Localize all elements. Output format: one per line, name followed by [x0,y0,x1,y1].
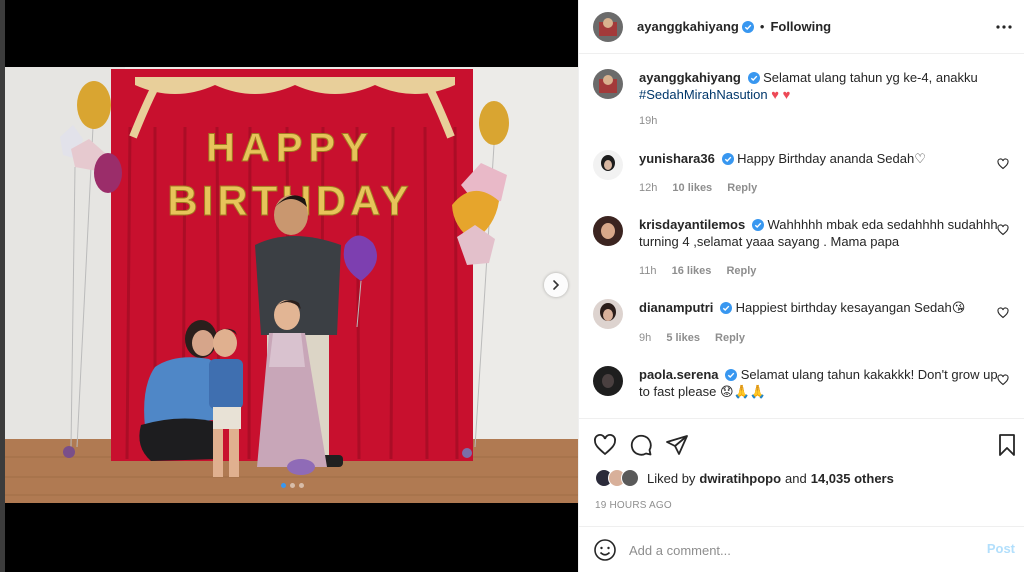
following-button[interactable]: Following [770,19,831,34]
comment-username[interactable]: yunishara36 [639,151,715,166]
reply-button[interactable]: Reply [727,182,757,194]
comment-body: yunishara36 Happy Birthday ananda Sedah♡ [639,150,999,167]
instagram-post-view: HAPPY BIRTHDAY [0,0,1024,572]
emoji-icon[interactable] [593,538,617,562]
post-caption: ayanggkahiyang Selamat ulang tahun yg ke… [593,69,1013,139]
like-heart-icon[interactable] [593,433,617,457]
avatar-image [593,11,623,42]
reply-button[interactable]: Reply [726,265,756,277]
bookmark-icon[interactable] [995,433,1019,457]
carousel-dot [290,483,295,488]
post-actions: Liked by dwiratihpopo and 14,035 others … [579,418,1024,526]
post-timestamp[interactable]: 19 HOURS AGO [595,500,672,511]
comment-text: Happy Birthday ananda Sedah♡ [737,151,926,166]
comment-item: krisdayantilemos Wahhhhh mbak eda sedahh… [593,216,1013,280]
verified-badge-icon [720,302,733,314]
banner-line-1: HAPPY [206,126,374,170]
liked-by-user[interactable]: dwiratihpopo [699,471,781,486]
comment-likes[interactable]: 10 likes [672,182,712,194]
avatar-image [593,69,623,99]
more-options-icon[interactable] [995,18,1013,36]
heart-outline-icon[interactable] [997,224,1009,236]
likes-others[interactable]: 14,035 others [811,471,894,486]
comment-item: yunishara36 Happy Birthday ananda Sedah♡… [593,150,1013,200]
caption-meta: 19h [639,115,669,127]
avatar[interactable] [593,366,623,396]
share-send-icon[interactable] [665,433,689,457]
avatar-image [593,150,623,180]
liker-avatars [595,469,641,487]
add-comment-bar: Post [579,526,1024,572]
comment-body: krisdayantilemos Wahhhhh mbak eda sedahh… [639,216,999,250]
verified-badge-icon [751,219,764,231]
comment-item: paola.serena Selamat ulang tahun kakakkk… [593,366,1013,416]
post-author-username[interactable]: ayanggkahiyang [637,19,739,34]
comment-meta: 12h 10 likes Reply [639,182,769,194]
post-comment-button[interactable]: Post [987,541,1015,556]
carousel-dot [299,483,304,488]
verified-badge-icon [721,153,734,165]
likes-and: and [785,470,807,486]
avatar[interactable] [593,299,623,329]
post-photo[interactable]: HAPPY BIRTHDAY [5,67,578,503]
caption-heart-emoji: ♥ ♥ [771,87,791,102]
avatar-image [593,216,623,246]
avatar[interactable] [593,69,623,99]
comments-list: ayanggkahiyang Selamat ulang tahun yg ke… [579,54,1024,418]
birthday-photo-illustration: HAPPY BIRTHDAY [5,67,578,503]
caption-time[interactable]: 19h [639,115,657,127]
comment-bubble-icon[interactable] [629,433,653,457]
comment-input[interactable] [629,539,969,561]
comment-time[interactable]: 12h [639,182,657,194]
header-separator: • [759,19,765,34]
comment-body: paola.serena Selamat ulang tahun kakakkk… [639,366,999,400]
next-image-button[interactable] [544,273,568,297]
comment-likes[interactable]: 16 likes [672,265,712,277]
avatar[interactable] [593,216,623,246]
comment-username[interactable]: krisdayantilemos [639,217,745,232]
likes-prefix: Liked by [647,470,696,486]
avatar[interactable] [593,11,623,42]
comment-body: dianamputri Happiest birthday kesayangan… [639,299,999,316]
caption-text: Selamat ulang tahun yg ke-4, anakku [763,70,978,85]
caption-body: ayanggkahiyang Selamat ulang tahun yg ke… [639,69,999,103]
chevron-right-icon [553,280,560,290]
post-header: ayanggkahiyang • Following [579,0,1024,54]
heart-outline-icon[interactable] [997,374,1009,386]
comment-username[interactable]: paola.serena [639,367,719,382]
comment-text: Happiest birthday kesayangan Sedah😘 [735,300,966,315]
avatar[interactable] [593,150,623,180]
caption-hashtag[interactable]: #SedahMirahNasution [639,87,768,102]
heart-outline-icon[interactable] [997,158,1009,170]
comment-meta: 9h 5 likes Reply [639,332,757,344]
verified-badge-icon [747,72,760,84]
verified-badge-icon [725,369,738,381]
reply-button[interactable]: Reply [715,332,745,344]
comment-username[interactable]: dianamputri [639,300,713,315]
avatar [621,469,639,487]
verified-badge-icon [741,20,754,33]
carousel-indicator [281,483,304,488]
heart-outline-icon[interactable] [997,307,1009,319]
comment-time[interactable]: 11h [639,265,657,277]
comment-time[interactable]: 9h [639,332,651,344]
comment-item: dianamputri Happiest birthday kesayangan… [593,299,1013,349]
carousel-dot [281,483,286,488]
comment-meta: 11h 16 likes Reply [639,265,768,277]
media-viewer: HAPPY BIRTHDAY [5,0,578,572]
likes-summary: Liked by dwiratihpopo and 14,035 others [595,469,894,487]
avatar-image [593,366,623,396]
avatar-image [593,299,623,329]
comment-likes[interactable]: 5 likes [666,332,700,344]
post-details-panel: ayanggkahiyang • Following ayanggkahiyan… [578,0,1024,572]
caption-username[interactable]: ayanggkahiyang [639,70,741,85]
